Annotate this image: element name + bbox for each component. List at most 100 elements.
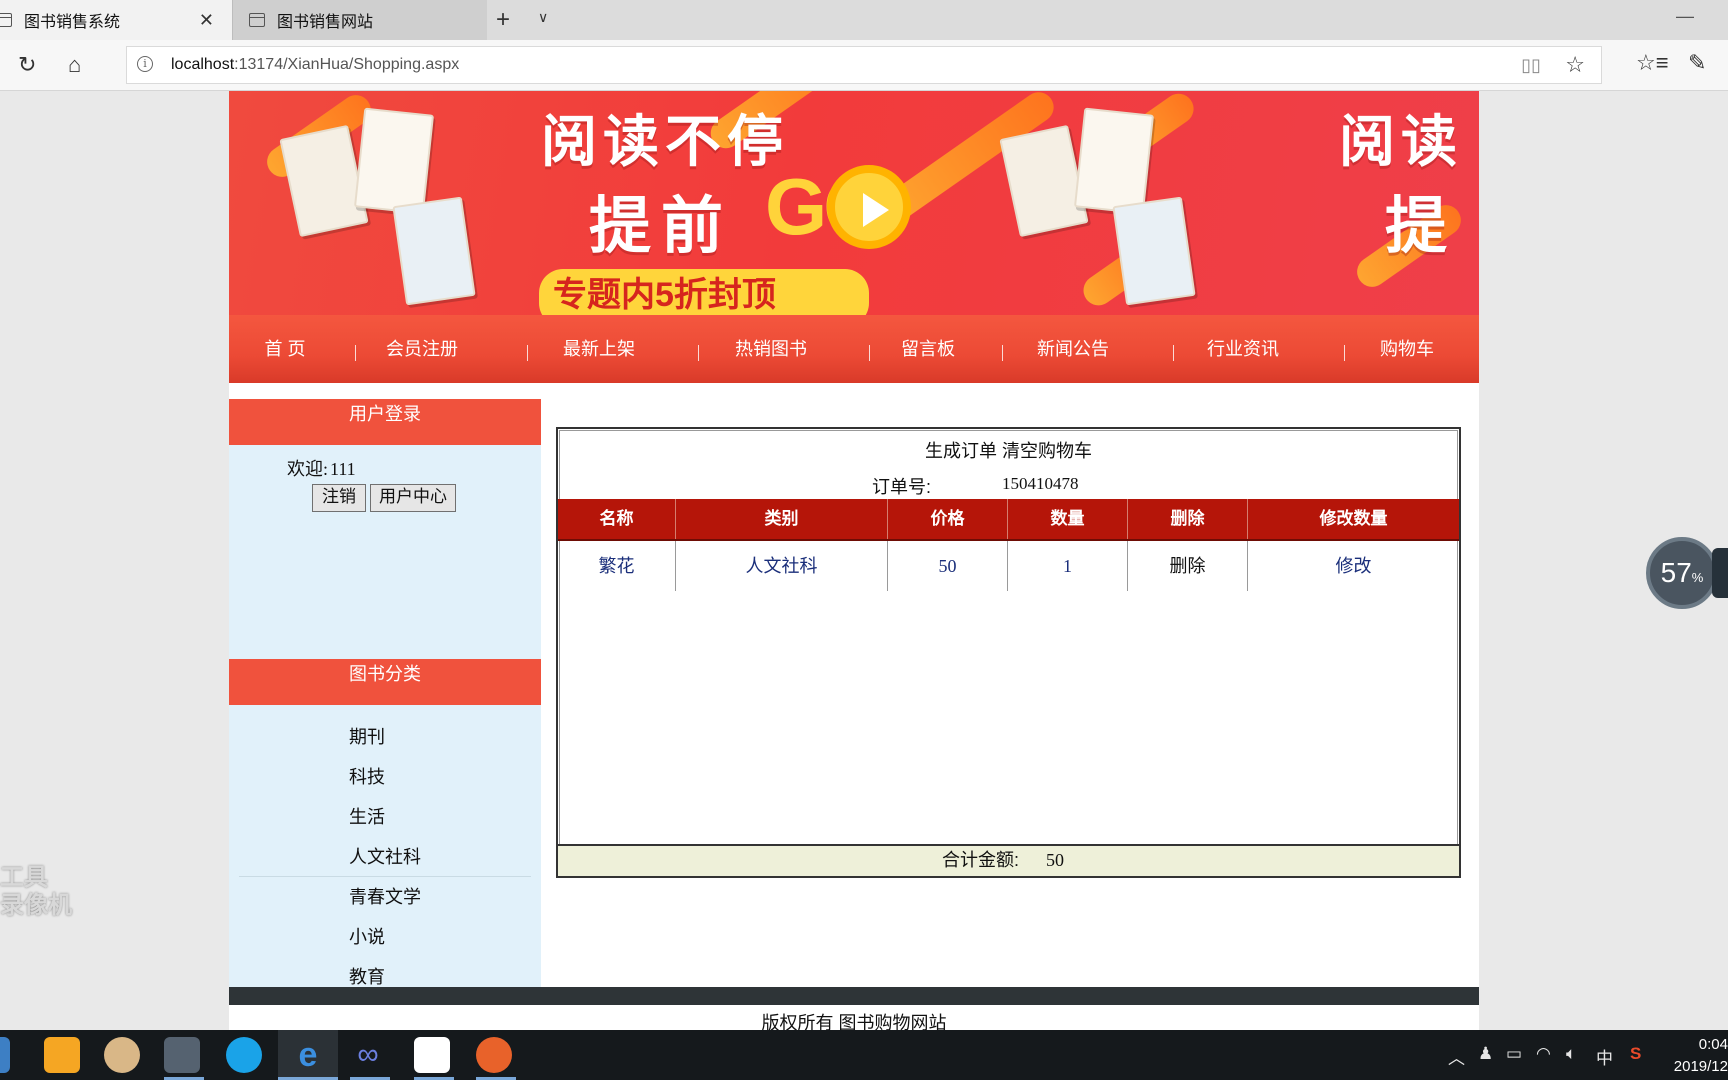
order-number-label: 订单号: <box>872 477 932 497</box>
banner-promo: 专题内5折封顶 <box>539 269 869 315</box>
nav-home[interactable]: 首 页 <box>229 333 341 365</box>
item-category: 人文社科 <box>676 541 888 591</box>
welcome-text: 欢迎: 111 <box>287 459 356 479</box>
reading-view-icon[interactable]: ▯▯ <box>1521 55 1541 76</box>
url-text: localhost:13174/XianHua/Shopping.aspx <box>171 56 460 73</box>
book-cover-image <box>353 107 435 215</box>
delete-item-link[interactable]: 删除 <box>1128 541 1248 591</box>
table-header: 名称 类别 价格 数量 删除 修改数量 <box>558 499 1459 541</box>
category-novels[interactable]: 小说 <box>349 923 385 949</box>
column-header: 删除 <box>1128 499 1248 539</box>
nav-register[interactable]: 会员注册 <box>357 333 487 365</box>
volume-mute-icon[interactable]: 🔈︎ <box>1566 1044 1576 1064</box>
new-tab-icon[interactable]: + <box>496 6 510 34</box>
refresh-icon[interactable]: ↻ <box>18 52 36 78</box>
promo-banner: 阅读不停 提前 GO 专题内5折封顶 阅读 提 <box>229 91 1479 315</box>
book-cover-image <box>1073 107 1155 215</box>
category-journals[interactable]: 期刊 <box>349 723 385 749</box>
table-row: 繁花 人文社科 50 1 删除 修改 <box>558 541 1459 591</box>
nav-news[interactable]: 新闻公告 <box>1005 333 1141 365</box>
nav-industry-info[interactable]: 行业资讯 <box>1175 333 1311 365</box>
item-price: 50 <box>888 541 1008 591</box>
tab-title: 图书销售系统 <box>24 14 121 31</box>
generate-order-link[interactable]: 生成订单 <box>925 441 997 461</box>
minimize-icon[interactable]: — <box>1676 6 1694 27</box>
order-number-value: 150410478 <box>1002 474 1079 493</box>
notes-pen-icon[interactable]: ✎ <box>1688 50 1706 76</box>
url-field[interactable]: i localhost:13174/XianHua/Shopping.aspx … <box>126 46 1602 84</box>
visual-studio-icon[interactable]: ∞ <box>350 1037 386 1073</box>
page-icon <box>0 13 12 27</box>
battery-icon[interactable]: ▭ <box>1506 1044 1522 1064</box>
page-icon <box>249 13 265 27</box>
app-icon[interactable] <box>44 1037 80 1073</box>
edge-browser-icon[interactable]: e <box>290 1037 326 1073</box>
speed-meter-handle[interactable] <box>1712 548 1728 598</box>
file-explorer-icon[interactable] <box>0 1037 10 1073</box>
modify-quantity-link[interactable]: 修改 <box>1248 541 1459 591</box>
nav-shopping-cart[interactable]: 购物车 <box>1347 333 1467 365</box>
cloud-drive-icon[interactable] <box>414 1037 450 1073</box>
browser-tab-bar: 图书销售系统 ✕ 图书销售网站 + ∨ — <box>0 0 1728 40</box>
home-icon[interactable]: ⌂ <box>68 52 81 78</box>
item-name[interactable]: 繁花 <box>558 541 676 591</box>
chevron-down-icon[interactable]: ∨ <box>538 9 548 26</box>
app-icon[interactable] <box>104 1037 140 1073</box>
footer-bar <box>229 987 1479 1005</box>
windows-taskbar: e ∞ ︿ ♟ ▭ ◠ 🔈︎ 中 S 0:04 2019/12 <box>0 1030 1728 1080</box>
clear-cart-link[interactable]: 清空购物车 <box>1002 441 1092 461</box>
close-icon[interactable]: ✕ <box>199 10 214 31</box>
column-header: 类别 <box>676 499 888 539</box>
user-center-button[interactable]: 用户中心 <box>370 484 456 512</box>
tab-title: 图书销售网站 <box>277 14 374 31</box>
chevron-up-icon[interactable]: ︿ <box>1448 1044 1465 1069</box>
tools-icon[interactable] <box>164 1037 200 1073</box>
nav-message-board[interactable]: 留言板 <box>871 333 985 365</box>
cart-actions: 生成订单 清空购物车 <box>558 437 1459 463</box>
wifi-icon[interactable]: ◠ <box>1536 1044 1551 1064</box>
sidebar: 用户登录 欢迎: 111 注销 用户中心 图书分类 期刊 科技 生活 人文社科 青… <box>229 399 541 987</box>
speed-meter-widget[interactable]: 57% <box>1646 537 1718 609</box>
login-panel-title: 用户登录 <box>229 399 541 445</box>
sogou-ime-icon[interactable]: S <box>1630 1044 1641 1064</box>
recorder-watermark: 工具 录像机 <box>0 864 72 919</box>
book-cover-image <box>999 124 1089 238</box>
system-clock[interactable]: 0:04 2019/12 <box>1660 1034 1728 1078</box>
book-cover-image <box>279 124 369 238</box>
play-icon <box>827 165 911 249</box>
category-panel-title: 图书分类 <box>229 659 541 705</box>
favorites-hub-icon[interactable]: ☆≡ <box>1636 50 1669 76</box>
category-education[interactable]: 教育 <box>349 963 385 989</box>
category-youth-literature[interactable]: 青春文学 <box>349 883 421 909</box>
nav-bestsellers[interactable]: 热销图书 <box>701 333 841 365</box>
nav-new-arrivals[interactable]: 最新上架 <box>529 333 669 365</box>
category-humanities[interactable]: 人文社科 <box>349 843 421 869</box>
category-lifestyle[interactable]: 生活 <box>349 803 385 829</box>
category-technology[interactable]: 科技 <box>349 763 385 789</box>
address-bar: ↻ ⌂ i localhost:13174/XianHua/Shopping.a… <box>0 40 1728 91</box>
column-header: 价格 <box>888 499 1008 539</box>
page: 阅读不停 提前 GO 专题内5折封顶 阅读 提 首 页 会员注册 最新上架 热销… <box>229 91 1479 1030</box>
column-header: 数量 <box>1008 499 1128 539</box>
banner-subheadline-repeat: 提 <box>1385 192 1448 261</box>
main-nav: 首 页 会员注册 最新上架 热销图书 留言板 新闻公告 行业资讯 购物车 <box>229 315 1479 383</box>
shopping-cart-panel: 生成订单 清空购物车 订单号: 150410478 名称 类别 价格 数量 删除… <box>556 427 1461 878</box>
logout-button[interactable]: 注销 <box>312 484 366 512</box>
app-icon[interactable] <box>476 1037 512 1073</box>
info-icon[interactable]: i <box>137 56 153 72</box>
app-icon[interactable] <box>226 1037 262 1073</box>
banner-headline-repeat: 阅读 <box>1339 110 1463 173</box>
total-value: 50 <box>1046 850 1064 870</box>
username: 111 <box>330 459 356 479</box>
book-cover-image <box>1112 196 1196 306</box>
input-method-indicator[interactable]: 中 <box>1596 1044 1613 1069</box>
item-quantity: 1 <box>1008 541 1128 591</box>
column-header: 名称 <box>558 499 676 539</box>
favorite-star-icon[interactable]: ☆ <box>1565 52 1585 78</box>
tab-active[interactable]: 图书销售系统 ✕ <box>0 0 232 40</box>
footer-copyright: 版权所有 图书购物网站 <box>761 1013 947 1030</box>
tray-app-icon[interactable]: ♟ <box>1478 1044 1493 1064</box>
banner-subheadline: 提前 <box>589 192 734 261</box>
tab-inactive[interactable]: 图书销售网站 <box>232 0 487 40</box>
column-header: 修改数量 <box>1319 509 1388 528</box>
